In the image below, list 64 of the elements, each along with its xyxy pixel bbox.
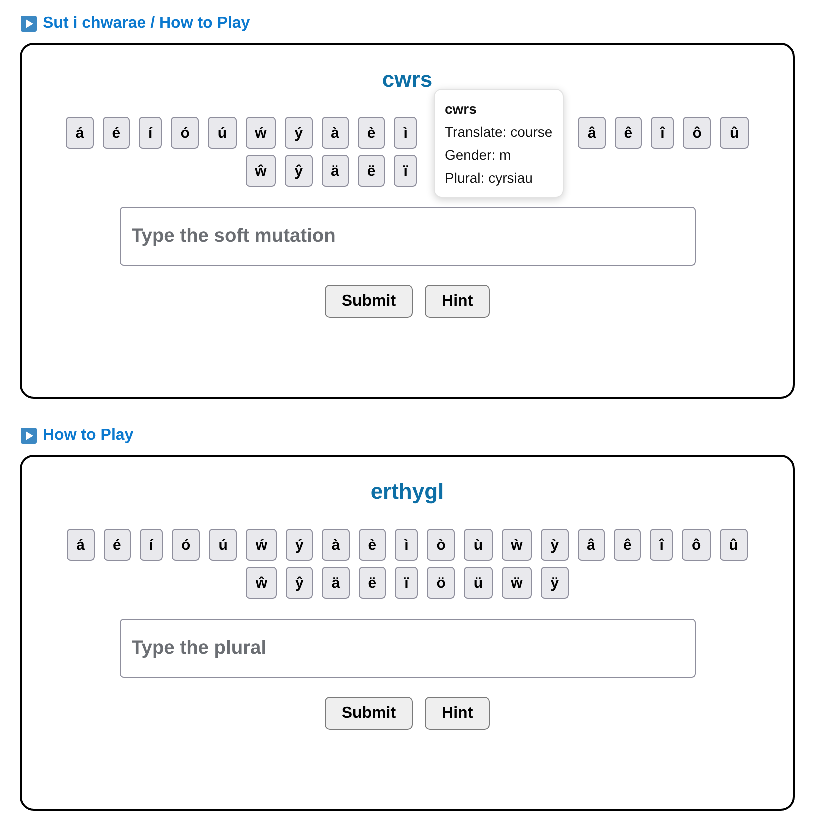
letter-key[interactable]: ê bbox=[614, 529, 642, 561]
letter-key[interactable]: â bbox=[578, 117, 606, 149]
letter-key[interactable]: ò bbox=[427, 529, 456, 561]
letter-key[interactable]: î bbox=[650, 529, 674, 561]
letter-key[interactable]: é bbox=[104, 529, 131, 561]
letter-key[interactable]: à bbox=[322, 117, 349, 149]
letter-key[interactable]: í bbox=[139, 117, 162, 149]
letter-key[interactable]: ẃ bbox=[246, 117, 276, 149]
tooltip-line: Gender: m bbox=[445, 146, 512, 165]
word-title: cwrs bbox=[382, 67, 433, 93]
letter-key[interactable]: ô bbox=[683, 117, 712, 149]
letter-key[interactable]: ẁ bbox=[502, 529, 532, 561]
letter-key[interactable]: ä bbox=[322, 155, 349, 187]
letter-key[interactable]: è bbox=[358, 117, 386, 149]
answer-field[interactable]: Type the soft mutation bbox=[120, 207, 696, 266]
tooltip-line: Translate: course bbox=[445, 123, 553, 142]
letter-key[interactable]: á bbox=[67, 529, 95, 561]
letter-key[interactable]: ï bbox=[394, 155, 418, 187]
tooltip-title: cwrs bbox=[445, 100, 478, 119]
hint-button[interactable]: Hint bbox=[425, 285, 490, 318]
word-title: erthygl bbox=[370, 479, 444, 505]
letter-key[interactable]: à bbox=[322, 529, 350, 561]
submit-button[interactable]: Submit bbox=[324, 285, 414, 318]
letter-key[interactable]: ẃ bbox=[246, 529, 278, 561]
letter-key[interactable]: â bbox=[578, 529, 605, 561]
letter-key[interactable]: ö bbox=[427, 567, 456, 599]
letter-key[interactable]: ẅ bbox=[502, 567, 532, 599]
section-toggle[interactable]: Sut i chwarae / How to Play bbox=[21, 14, 250, 34]
answer-field[interactable]: Type the plural bbox=[120, 619, 696, 678]
letter-key[interactable]: ù bbox=[464, 529, 493, 561]
letter-key[interactable]: ê bbox=[614, 117, 642, 149]
letter-key[interactable]: ó bbox=[172, 529, 200, 561]
letter-key[interactable]: ŷ bbox=[285, 155, 313, 187]
letter-key[interactable]: ë bbox=[358, 155, 386, 187]
letter-key[interactable]: ỳ bbox=[541, 529, 569, 561]
play-icon bbox=[21, 428, 37, 444]
letter-key[interactable]: ú bbox=[208, 117, 237, 149]
letter-key[interactable]: ì bbox=[395, 529, 418, 561]
letter-key[interactable]: î bbox=[651, 117, 674, 149]
letter-key[interactable]: ó bbox=[171, 117, 200, 149]
letter-key[interactable]: ý bbox=[286, 529, 314, 561]
letter-key[interactable]: û bbox=[720, 117, 749, 149]
letter-key[interactable]: ŵ bbox=[246, 155, 276, 187]
letter-key[interactable]: ì bbox=[394, 117, 418, 149]
submit-button[interactable]: Submit bbox=[324, 697, 414, 730]
letter-key[interactable]: ï bbox=[395, 567, 418, 599]
letter-key[interactable]: ô bbox=[682, 529, 711, 561]
letter-key[interactable]: ý bbox=[285, 117, 313, 149]
letter-key[interactable]: ë bbox=[358, 567, 386, 599]
letter-key[interactable]: è bbox=[358, 529, 386, 561]
letter-key[interactable]: é bbox=[102, 117, 130, 149]
letter-key[interactable]: í bbox=[140, 529, 164, 561]
letter-key[interactable]: ä bbox=[322, 567, 350, 599]
letter-key[interactable]: ŵ bbox=[246, 567, 278, 599]
hint-button[interactable]: Hint bbox=[425, 697, 490, 730]
letter-key[interactable]: ÿ bbox=[541, 567, 569, 599]
section-toggle[interactable]: How to Play bbox=[21, 426, 134, 446]
letter-key[interactable]: ŷ bbox=[286, 567, 314, 599]
letter-key[interactable]: ú bbox=[209, 529, 238, 561]
letter-key[interactable]: á bbox=[66, 117, 94, 149]
play-icon bbox=[21, 16, 37, 32]
letter-key[interactable]: û bbox=[720, 529, 748, 561]
letter-key[interactable]: ü bbox=[464, 567, 493, 599]
tooltip-line: Plural: cyrsiau bbox=[445, 169, 534, 188]
